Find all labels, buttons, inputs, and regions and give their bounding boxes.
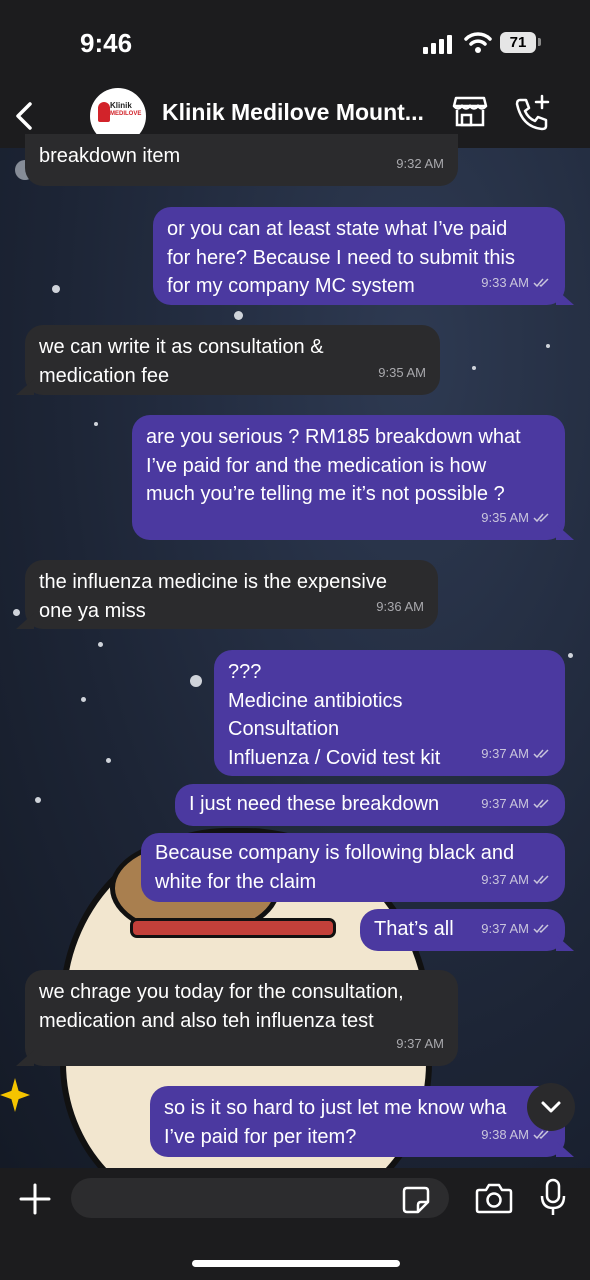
home-indicator (192, 1260, 400, 1267)
message-time: 9:37 AM (481, 745, 529, 761)
message-input[interactable] (71, 1178, 449, 1218)
clinic-logo-icon (98, 102, 110, 122)
message-text: breakdown item (39, 145, 181, 167)
read-receipt-icon (533, 799, 549, 808)
read-receipt-icon (533, 1130, 549, 1139)
message-time: 9:32 AM (396, 155, 444, 171)
sticker-icon[interactable] (401, 1185, 431, 1215)
outgoing-message[interactable]: are you serious ? RM185 breakdown what I… (132, 415, 574, 540)
avatar-logo-brand: MEDILOVE (110, 111, 142, 117)
message-time: 9:38 AM (481, 1126, 529, 1142)
back-chevron-icon[interactable] (10, 94, 50, 138)
message-text: we chrage you today for the consultation… (39, 981, 404, 1032)
message-text: are you serious ? RM185 breakdown what I… (146, 426, 521, 505)
cellular-signal-icon (423, 35, 452, 54)
battery-tip (538, 38, 541, 46)
microphone-icon[interactable] (540, 1178, 566, 1218)
clock: 9:46 (80, 28, 133, 58)
read-receipt-icon (533, 924, 549, 933)
status-bar: 9:46 71 (0, 0, 590, 88)
avatar-logo-text: Klinik (110, 101, 132, 110)
read-receipt-icon (533, 513, 549, 522)
battery-indicator: 71 (500, 32, 536, 53)
read-receipt-icon (533, 278, 549, 287)
message-time: 9:37 AM (481, 871, 529, 887)
message-time: 9:35 AM (378, 364, 426, 380)
message-time: 9:37 AM (481, 795, 529, 811)
message-time: 9:33 AM (481, 274, 529, 290)
outgoing-message[interactable]: I just need these breakdown 9:37 AM (175, 784, 565, 826)
incoming-message[interactable]: the influenza medicine is the expensive … (16, 560, 438, 629)
incoming-message[interactable]: breakdown item 9:32 AM (25, 134, 458, 186)
outgoing-message[interactable]: or you can at least state what I’ve paid… (153, 207, 574, 305)
add-call-icon[interactable] (512, 94, 552, 134)
plus-icon[interactable] (18, 1182, 52, 1216)
outgoing-message[interactable]: ??? Medicine antibiotics Consultation In… (214, 650, 565, 776)
outgoing-message[interactable]: Because company is following black and w… (141, 833, 565, 902)
message-time: 9:37 AM (481, 920, 529, 936)
read-receipt-icon (533, 875, 549, 884)
outgoing-message[interactable]: so is it so hard to just let me know wha… (150, 1086, 574, 1157)
camera-icon[interactable] (475, 1182, 513, 1214)
store-icon[interactable] (452, 94, 488, 128)
message-time: 9:35 AM (481, 509, 529, 525)
message-time: 9:37 AM (396, 1035, 444, 1051)
incoming-message[interactable]: we chrage you today for the consultation… (16, 970, 458, 1066)
contact-name[interactable]: Klinik Medilove Mount... (162, 99, 437, 126)
message-time: 9:36 AM (376, 598, 424, 614)
chevron-down-icon (541, 1101, 561, 1113)
incoming-message[interactable]: we can write it as consultation & medica… (16, 325, 440, 395)
scroll-to-bottom-button[interactable] (527, 1083, 575, 1131)
outgoing-message[interactable]: That’s all 9:37 AM (360, 909, 574, 951)
wifi-icon (464, 32, 492, 53)
message-text: the influenza medicine is the expensive … (39, 571, 387, 622)
message-text: we can write it as consultation & medica… (39, 336, 324, 387)
read-receipt-icon (533, 749, 549, 758)
